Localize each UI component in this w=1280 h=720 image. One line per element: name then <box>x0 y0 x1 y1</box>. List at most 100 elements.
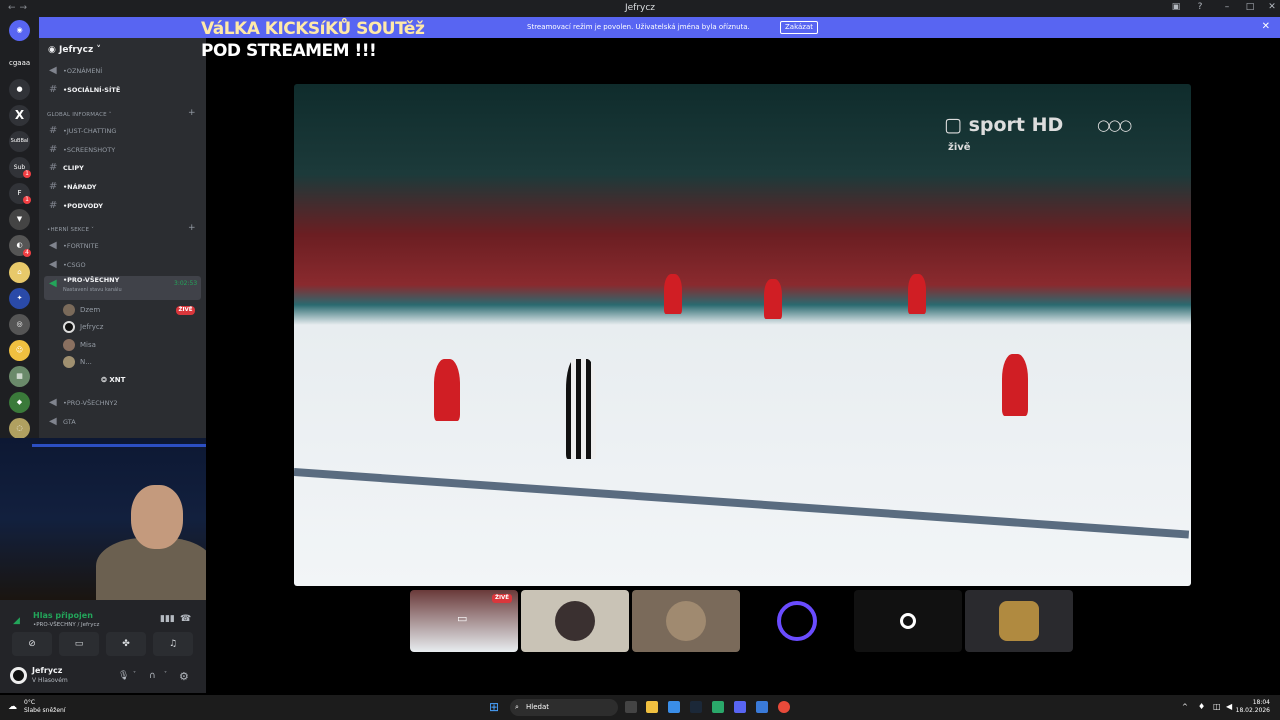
discord-home-icon[interactable]: ◉ <box>9 20 30 41</box>
activities-button[interactable]: ✤ <box>106 632 146 656</box>
chevron-down-icon[interactable]: ˅ <box>133 671 136 678</box>
maximize-button[interactable]: □ <box>1243 2 1257 15</box>
file-explorer-icon[interactable] <box>646 701 658 713</box>
stream-video[interactable]: ▢ sport HD živě ○○○ <box>294 84 1191 586</box>
channel-just-chatting[interactable]: # •JUST-CHATTING <box>39 123 206 139</box>
close-window-button[interactable]: ✕ <box>1265 2 1279 15</box>
voice-channel-pro-all2[interactable]: ◀ •PRO-VŠECHNY2 <box>39 395 206 411</box>
signal-icon[interactable]: ◢ <box>13 616 20 626</box>
hockey-player <box>664 274 682 314</box>
user-name: Dzem <box>80 306 101 314</box>
camera-off-button[interactable]: ⊘ <box>12 632 52 656</box>
add-channel-icon[interactable]: + <box>188 223 196 233</box>
xnt-label: XNT <box>109 376 126 384</box>
chevron-down-icon[interactable]: ˅ <box>164 671 167 678</box>
disable-streamer-mode-button[interactable]: Zakázat <box>780 21 819 34</box>
participant-tile[interactable] <box>632 590 740 652</box>
voice-channel-csgo[interactable]: ◀ •CSGO <box>39 257 206 273</box>
voice-user[interactable]: Jefrycz <box>63 319 103 335</box>
inbox-icon[interactable]: ▣ <box>1169 2 1183 15</box>
taskbar-search[interactable]: ⌕ Hledat <box>510 699 618 716</box>
participant-tile[interactable] <box>743 590 851 652</box>
channel-clips[interactable]: # CLIPY <box>39 160 206 176</box>
voice-channel-fortnite[interactable]: ◀ •FORTNITE <box>39 238 206 254</box>
server-icon[interactable]: ● <box>9 79 30 100</box>
task-view-icon[interactable] <box>625 701 637 713</box>
volume-icon[interactable]: ◀ <box>1226 702 1232 711</box>
start-icon[interactable]: ⊞ <box>489 700 499 714</box>
minimize-button[interactable]: – <box>1220 2 1234 15</box>
user-avatar[interactable] <box>10 667 27 684</box>
voice-channel-path[interactable]: •PRO-VŠECHNY / Jefrycz <box>33 622 99 628</box>
channel-scams[interactable]: # •PODVODY <box>39 198 206 214</box>
store-icon[interactable] <box>668 701 680 713</box>
streamer-head <box>131 485 183 549</box>
settings-gear-icon[interactable]: ⚙ <box>179 670 189 683</box>
voice-user[interactable]: Misa <box>63 337 96 353</box>
live-label: živě <box>948 142 971 153</box>
soundboard-button[interactable]: ♫ <box>153 632 193 656</box>
discord-icon[interactable] <box>734 701 746 713</box>
channel-ideas[interactable]: # •NÁPADY <box>39 179 206 195</box>
server-icon[interactable]: ▦ <box>9 366 30 387</box>
tray-mic-icon[interactable]: ♦ <box>1198 702 1205 711</box>
avatar <box>63 304 75 316</box>
server-icon[interactable]: ◎ <box>9 314 30 335</box>
category-global-info[interactable]: GLOBAL INFORMACE ˅ <box>47 112 112 118</box>
channel-label: •JUST-CHATTING <box>63 127 117 135</box>
server-icon[interactable]: ◌ <box>9 418 30 439</box>
guild-header[interactable]: ◉ Jefrycz ˅ <box>48 45 101 55</box>
channel-announcements[interactable]: ◀ •OZNÁMENÍ <box>39 63 206 79</box>
chrome-icon[interactable] <box>778 701 790 713</box>
rink-line <box>294 468 1190 539</box>
noise-suppression-icon[interactable]: ▮▮▮ <box>160 614 175 624</box>
channel-screenshots[interactable]: # •SCREENSHOTY <box>39 142 206 158</box>
server-cgaaa[interactable]: cgaaa <box>9 53 30 74</box>
participant-tile[interactable] <box>965 590 1073 652</box>
unread-badge: 1 <box>23 196 31 204</box>
screen-share-button[interactable]: ▭ <box>59 632 99 656</box>
add-channel-icon[interactable]: + <box>188 108 196 118</box>
server-subbal[interactable]: SuBBal <box>9 131 30 152</box>
voice-user[interactable]: Dzem <box>63 302 100 318</box>
weather-icon: ☁ <box>8 702 17 712</box>
stream-stage: ▢ sport HD živě ○○○ ŽIVĚ ▭ ⊘ <box>206 38 1280 695</box>
avatar <box>900 613 916 629</box>
voice-user[interactable]: N... <box>63 354 92 370</box>
server-icon[interactable]: ✦ <box>9 288 30 309</box>
voice-channel-gta[interactable]: ◀ GTA <box>39 414 206 430</box>
server-icon[interactable]: ◆ <box>9 392 30 413</box>
clock[interactable]: 18:04 18.02.2026 <box>1236 699 1270 715</box>
channel-label: •CSGO <box>63 261 86 269</box>
app-icon[interactable] <box>712 701 724 713</box>
category-games[interactable]: •HERNÍ SEKCE ˅ <box>47 227 94 233</box>
broadcaster-logo-text: sport HD <box>968 114 1064 136</box>
participant-tile[interactable] <box>521 590 629 652</box>
category-label: •HERNÍ SEKCE <box>47 227 90 233</box>
disconnect-icon[interactable]: ☎ <box>180 614 191 624</box>
voice-channel-pro-all[interactable]: ◀ •PRO-VŠECHNY Nastavení stavu kanálu 3:… <box>44 276 201 300</box>
server-icon[interactable]: ▼ <box>9 209 30 230</box>
headphones-icon[interactable]: ∩ <box>149 671 156 681</box>
live-badge: ŽIVĚ <box>492 594 512 603</box>
participant-tile-stream[interactable]: ŽIVĚ ▭ <box>410 590 518 652</box>
server-icon[interactable]: ☺ <box>9 340 30 361</box>
server-x-icon[interactable]: X <box>9 105 30 126</box>
participant-tile[interactable] <box>854 590 962 652</box>
help-icon[interactable]: ? <box>1193 2 1207 15</box>
tray-chevron-icon[interactable]: ^ <box>1182 703 1188 711</box>
server-icon[interactable]: ⌂ <box>9 262 30 283</box>
avatar <box>999 601 1039 641</box>
notepad-icon[interactable] <box>756 701 768 713</box>
channel-status-text[interactable]: Nastavení stavu kanálu <box>63 282 122 298</box>
channel-social[interactable]: # •SOCIÁLNÍ-SÍTĚ <box>39 82 206 98</box>
network-icon[interactable]: ◫ <box>1213 702 1221 711</box>
channel-label: •SCREENSHOTY <box>63 146 116 154</box>
channel-label: GTA <box>63 418 76 426</box>
hockey-player <box>434 359 460 421</box>
close-banner-icon[interactable]: ✕ <box>1262 21 1270 32</box>
channel-label: •OZNÁMENÍ <box>63 67 103 75</box>
steam-icon[interactable] <box>690 701 702 713</box>
microphone-icon[interactable]: 🎙 <box>118 671 129 681</box>
weather-widget[interactable]: 0°C Slabé sněžení <box>24 699 66 715</box>
